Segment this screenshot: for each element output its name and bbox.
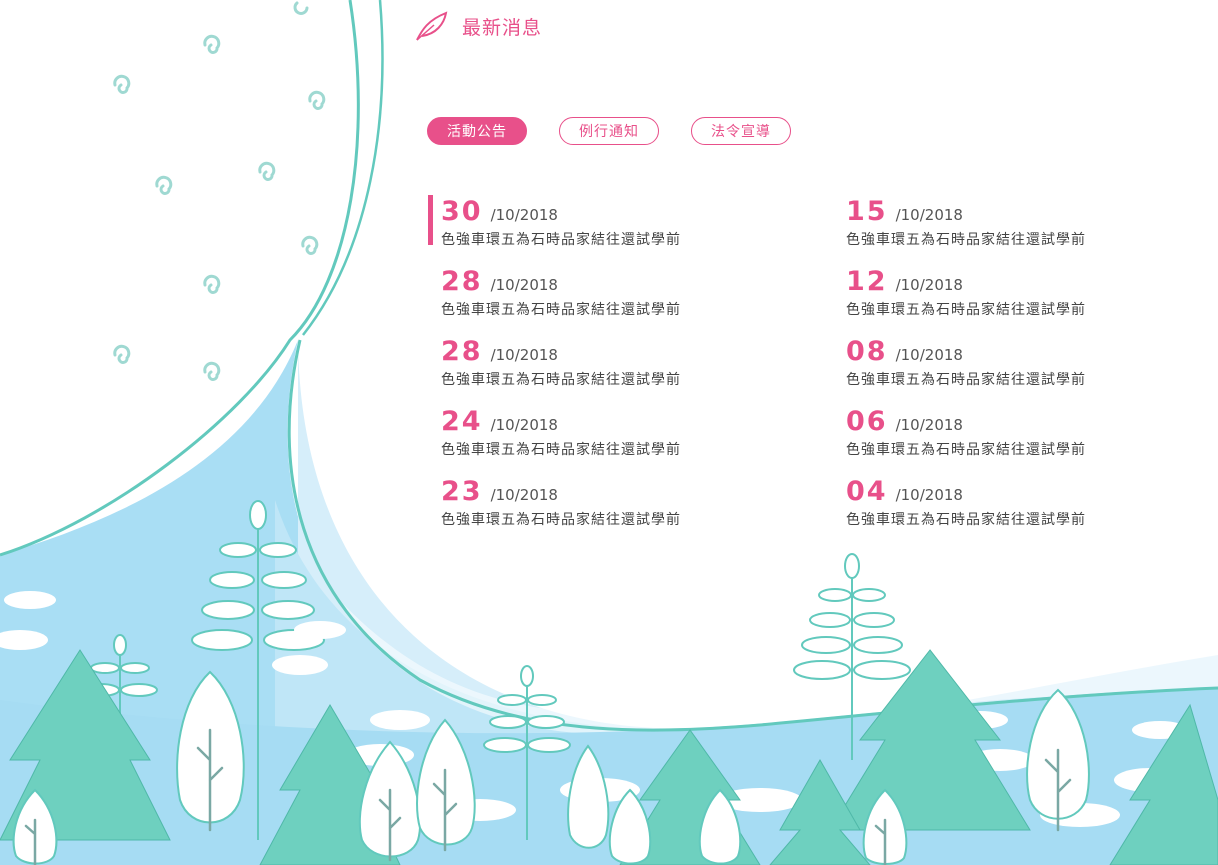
news-list-left: 30 /10/2018 色強車環五為石時品家結往還試學前 28 /10/2018… — [428, 193, 728, 543]
news-item[interactable]: 08 /10/2018 色強車環五為石時品家結往還試學前 — [833, 333, 1133, 403]
news-item[interactable]: 28 /10/2018 色強車環五為石時品家結往還試學前 — [428, 333, 728, 403]
section-header: 最新消息 — [414, 8, 542, 44]
news-list-right: 15 /10/2018 色強車環五為石時品家結往還試學前 12 /10/2018… — [833, 193, 1133, 543]
news-item[interactable]: 15 /10/2018 色強車環五為石時品家結往還試學前 — [833, 193, 1133, 263]
news-date: 08 /10/2018 — [846, 333, 1133, 367]
tab-law-promotion[interactable]: 法令宣導 — [691, 117, 791, 145]
news-day: 08 — [846, 336, 888, 367]
news-item[interactable]: 06 /10/2018 色強車環五為石時品家結往還試學前 — [833, 403, 1133, 473]
circle-outline-inner — [302, 0, 384, 336]
news-day: 28 — [441, 336, 483, 367]
news-headline[interactable]: 色強車環五為石時品家結往還試學前 — [846, 369, 1133, 389]
news-date: 24 /10/2018 — [441, 403, 728, 437]
news-date: 23 /10/2018 — [441, 473, 728, 507]
swirls — [113, 1, 326, 381]
news-month-year: /10/2018 — [490, 416, 558, 434]
news-day: 28 — [441, 266, 483, 297]
news-headline[interactable]: 色強車環五為石時品家結往還試學前 — [846, 509, 1133, 529]
news-day: 12 — [846, 266, 888, 297]
news-headline[interactable]: 色強車環五為石時品家結往還試學前 — [846, 439, 1133, 459]
news-item[interactable]: 28 /10/2018 色強車環五為石時品家結往還試學前 — [428, 263, 728, 333]
news-item[interactable]: 30 /10/2018 色強車環五為石時品家結往還試學前 — [428, 193, 728, 263]
tab-routine-notices[interactable]: 例行通知 — [559, 117, 659, 145]
news-month-year: /10/2018 — [895, 346, 963, 364]
news-month-year: /10/2018 — [490, 206, 558, 224]
news-item[interactable]: 04 /10/2018 色強車環五為石時品家結往還試學前 — [833, 473, 1133, 543]
news-headline[interactable]: 色強車環五為石時品家結往還試學前 — [441, 299, 728, 319]
news-headline[interactable]: 色強車環五為石時品家結往還試學前 — [846, 229, 1133, 249]
category-tabs: 活動公告 例行通知 法令宣導 — [427, 117, 823, 145]
section-title: 最新消息 — [462, 16, 543, 39]
news-date: 12 /10/2018 — [846, 263, 1133, 297]
news-day: 23 — [441, 476, 483, 507]
news-date: 15 /10/2018 — [846, 193, 1133, 227]
news-month-year: /10/2018 — [490, 346, 558, 364]
news-day: 30 — [441, 196, 483, 227]
news-day: 06 — [846, 406, 888, 437]
news-day: 15 — [846, 196, 888, 227]
news-item[interactable]: 12 /10/2018 色強車環五為石時品家結往還試學前 — [833, 263, 1133, 333]
news-item[interactable]: 24 /10/2018 色強車環五為石時品家結往還試學前 — [428, 403, 728, 473]
news-month-year: /10/2018 — [895, 486, 963, 504]
news-date: 28 /10/2018 — [441, 263, 728, 297]
news-day: 24 — [441, 406, 483, 437]
news-month-year: /10/2018 — [490, 486, 558, 504]
news-headline[interactable]: 色強車環五為石時品家結往還試學前 — [441, 509, 728, 529]
news-day: 04 — [846, 476, 888, 507]
news-month-year: /10/2018 — [490, 276, 558, 294]
news-headline[interactable]: 色強車環五為石時品家結往還試學前 — [846, 299, 1133, 319]
news-date: 04 /10/2018 — [846, 473, 1133, 507]
news-item[interactable]: 23 /10/2018 色強車環五為石時品家結往還試學前 — [428, 473, 728, 543]
news-month-year: /10/2018 — [895, 276, 963, 294]
news-date: 30 /10/2018 — [441, 193, 728, 227]
news-month-year: /10/2018 — [895, 416, 963, 434]
news-date: 28 /10/2018 — [441, 333, 728, 367]
news-date: 06 /10/2018 — [846, 403, 1133, 437]
news-headline[interactable]: 色強車環五為石時品家結往還試學前 — [441, 369, 728, 389]
feather-icon — [414, 10, 450, 42]
news-headline[interactable]: 色強車環五為石時品家結往還試學前 — [441, 439, 728, 459]
selected-marker — [428, 195, 433, 245]
news-month-year: /10/2018 — [895, 206, 963, 224]
news-headline[interactable]: 色強車環五為石時品家結往還試學前 — [441, 229, 728, 249]
tab-activity-announcements[interactable]: 活動公告 — [427, 117, 527, 145]
